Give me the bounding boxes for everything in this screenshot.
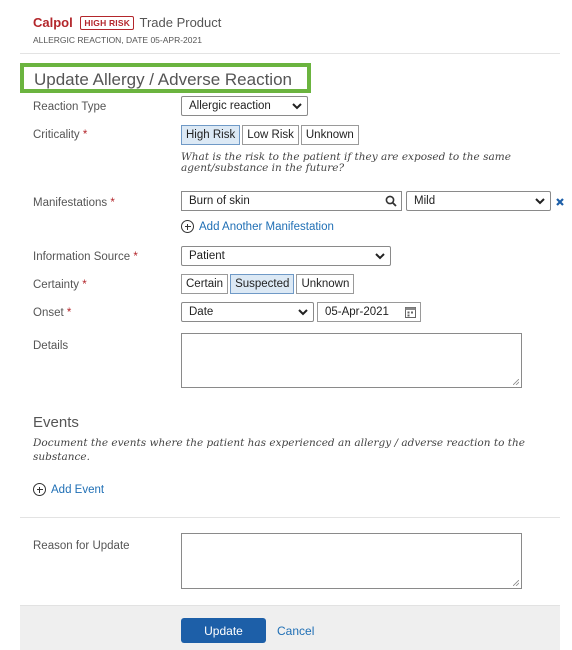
- details-label: Details: [33, 340, 69, 352]
- update-button[interactable]: Update: [181, 618, 266, 643]
- search-icon[interactable]: [381, 195, 401, 207]
- manifestation-value: Burn of skin: [189, 195, 250, 207]
- criticality-high-risk[interactable]: High Risk: [181, 125, 241, 145]
- criticality-unknown[interactable]: Unknown: [300, 125, 359, 145]
- onset-type-select[interactable]: Date: [181, 302, 314, 322]
- add-event-link[interactable]: Add Event: [33, 483, 104, 496]
- criticality-low-risk[interactable]: Low Risk: [242, 125, 299, 145]
- header-divider: [20, 53, 560, 54]
- add-manifestation-label: Add Another Manifestation: [199, 220, 334, 233]
- resize-handle-icon[interactable]: [513, 580, 519, 586]
- onset-date-input[interactable]: 05-Apr-2021: [317, 302, 421, 322]
- reason-textarea[interactable]: [181, 533, 522, 589]
- section-divider: [20, 517, 560, 518]
- drug-header: Calpol HIGH RISK Trade Product: [33, 15, 221, 31]
- add-circle-icon: [33, 483, 46, 496]
- manifestation-search-input[interactable]: Burn of skin: [181, 191, 402, 211]
- certainty-label: Certainty *: [33, 279, 87, 291]
- certainty-suspected[interactable]: Suspected: [230, 274, 295, 294]
- onset-date-value: 05-Apr-2021: [325, 306, 389, 318]
- chevron-down-icon: [293, 308, 313, 316]
- high-risk-badge: HIGH RISK: [80, 16, 135, 30]
- certainty-unknown[interactable]: Unknown: [296, 274, 355, 294]
- information-source-value: Patient: [189, 250, 225, 262]
- chevron-down-icon: [530, 197, 550, 205]
- add-circle-icon: [181, 220, 194, 233]
- certainty-certain[interactable]: Certain: [181, 274, 229, 294]
- reaction-type-select[interactable]: Allergic reaction: [181, 96, 308, 116]
- add-event-label: Add Event: [51, 483, 105, 496]
- certainty-toggle: Certain Suspected Unknown: [181, 274, 356, 294]
- events-description: Document the events where the patient ha…: [33, 437, 525, 463]
- events-title: Events: [33, 414, 79, 431]
- manifestations-label: Manifestations *: [33, 197, 115, 209]
- details-textarea[interactable]: [181, 333, 522, 388]
- add-manifestation-link[interactable]: Add Another Manifestation: [181, 220, 334, 233]
- severity-value: Mild: [414, 195, 436, 207]
- reason-label: Reason for Update: [33, 540, 130, 552]
- calendar-icon[interactable]: [400, 306, 420, 318]
- resize-handle-icon[interactable]: [513, 379, 519, 385]
- product-type: Trade Product: [139, 15, 222, 30]
- severity-select[interactable]: Mild: [406, 191, 551, 211]
- onset-label: Onset *: [33, 307, 72, 319]
- reaction-type-label: Reaction Type: [33, 101, 107, 113]
- criticality-label: Criticality *: [33, 129, 88, 141]
- onset-type-value: Date: [189, 306, 214, 318]
- chevron-down-icon: [287, 102, 307, 110]
- drug-name: Calpol: [33, 15, 73, 30]
- information-source-label: Information Source *: [33, 251, 138, 263]
- criticality-toggle: High Risk Low Risk Unknown: [181, 125, 361, 145]
- chevron-down-icon: [370, 252, 390, 260]
- remove-manifestation-icon[interactable]: [555, 194, 565, 212]
- reaction-subtitle: ALLERGIC REACTION, DATE 05-APR-2021: [33, 35, 202, 45]
- criticality-hint: What is the risk to the patient if they …: [181, 151, 511, 174]
- form-title: Update Allergy / Adverse Reaction: [20, 63, 311, 93]
- reaction-type-value: Allergic reaction: [189, 100, 271, 112]
- cancel-link[interactable]: Cancel: [277, 624, 314, 638]
- information-source-select[interactable]: Patient: [181, 246, 391, 266]
